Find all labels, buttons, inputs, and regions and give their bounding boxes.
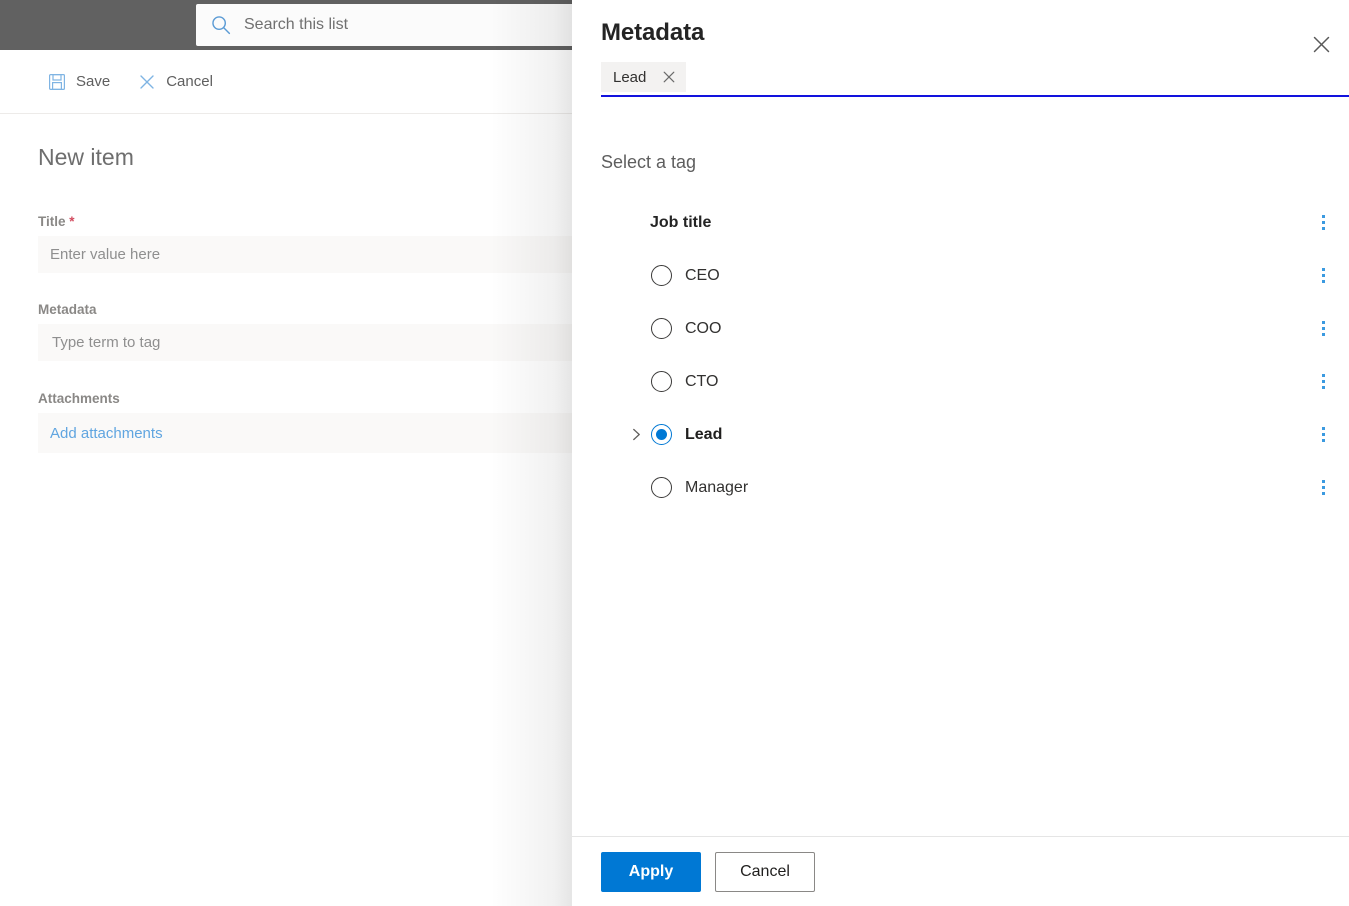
- tag-chip[interactable]: Lead: [601, 62, 686, 92]
- tree-item-label: COO: [685, 320, 721, 338]
- panel-cancel-button[interactable]: Cancel: [715, 852, 815, 892]
- save-floppy-icon: [48, 73, 66, 91]
- field-title-label-text: Title: [38, 214, 66, 229]
- more-vertical-icon[interactable]: [1310, 260, 1336, 292]
- radio-lead[interactable]: [650, 424, 672, 446]
- required-marker: *: [69, 214, 74, 229]
- metadata-input-placeholder: Type term to tag: [52, 334, 160, 351]
- field-metadata: Metadata Type term to tag: [38, 302, 598, 361]
- page-title: New item: [38, 144, 134, 171]
- save-button[interactable]: Save: [38, 62, 120, 102]
- more-vertical-icon[interactable]: [1310, 207, 1336, 239]
- tree-row[interactable]: CTO: [572, 355, 1349, 408]
- more-vertical-icon[interactable]: [1310, 313, 1336, 345]
- cancel-button[interactable]: Cancel: [128, 62, 223, 102]
- apply-button[interactable]: Apply: [601, 852, 701, 892]
- tree-row[interactable]: Manager: [572, 461, 1349, 514]
- close-icon: [663, 71, 675, 83]
- tree-row[interactable]: Job title: [572, 196, 1349, 249]
- panel-body: Select a tag Job title CEO: [572, 108, 1349, 836]
- metadata-panel: Metadata Lead: [572, 0, 1349, 906]
- tree-row[interactable]: CEO: [572, 249, 1349, 302]
- panel-footer: Apply Cancel: [572, 836, 1349, 906]
- field-title-label: Title *: [38, 214, 598, 229]
- radio-cto[interactable]: [650, 371, 672, 393]
- panel-close-button[interactable]: [1299, 22, 1343, 66]
- tag-tree: Job title CEO COO: [572, 196, 1349, 514]
- cancel-button-label: Cancel: [166, 73, 213, 90]
- add-attachments-label: Add attachments: [50, 425, 163, 442]
- radio-coo[interactable]: [650, 318, 672, 340]
- tree-row[interactable]: COO: [572, 302, 1349, 355]
- radio-ceo[interactable]: [650, 265, 672, 287]
- more-vertical-icon[interactable]: [1310, 472, 1336, 504]
- title-input[interactable]: Enter value here: [38, 236, 598, 273]
- more-vertical-icon[interactable]: [1310, 419, 1336, 451]
- title-input-placeholder: Enter value here: [50, 246, 160, 263]
- metadata-input[interactable]: Type term to tag: [38, 324, 598, 361]
- tree-row[interactable]: Lead: [572, 408, 1349, 461]
- expand-toggle[interactable]: [622, 428, 650, 441]
- save-button-label: Save: [76, 73, 110, 90]
- tree-item-label: CTO: [685, 373, 718, 391]
- field-attachments: Attachments Add attachments: [38, 391, 598, 453]
- close-x-icon: [138, 73, 156, 91]
- add-attachments-link[interactable]: Add attachments: [38, 413, 598, 453]
- select-a-tag-prompt: Select a tag: [601, 152, 696, 173]
- tag-chip-label: Lead: [613, 69, 646, 86]
- field-attachments-label: Attachments: [38, 391, 598, 406]
- search-placeholder: Search this list: [244, 16, 348, 34]
- close-icon: [1313, 36, 1330, 53]
- field-metadata-label: Metadata: [38, 302, 598, 317]
- panel-title: Metadata: [601, 19, 704, 47]
- tree-item-label: Lead: [685, 426, 722, 444]
- new-item-form: New item Title * Enter value here Metada…: [0, 114, 620, 906]
- tag-field[interactable]: Lead: [601, 62, 1349, 97]
- tree-item-label: Job title: [650, 214, 711, 232]
- more-vertical-icon[interactable]: [1310, 366, 1336, 398]
- tree-item-label: Manager: [685, 479, 748, 497]
- field-title: Title * Enter value here: [38, 214, 598, 273]
- app-root: Search this list Save Cancel New item Ti…: [0, 0, 1349, 906]
- radio-manager[interactable]: [650, 477, 672, 499]
- tag-chip-remove-button[interactable]: [660, 68, 678, 86]
- panel-header: Metadata Lead: [572, 0, 1349, 108]
- tree-item-label: CEO: [685, 267, 720, 285]
- chevron-right-icon: [630, 428, 643, 441]
- search-icon: [210, 14, 232, 36]
